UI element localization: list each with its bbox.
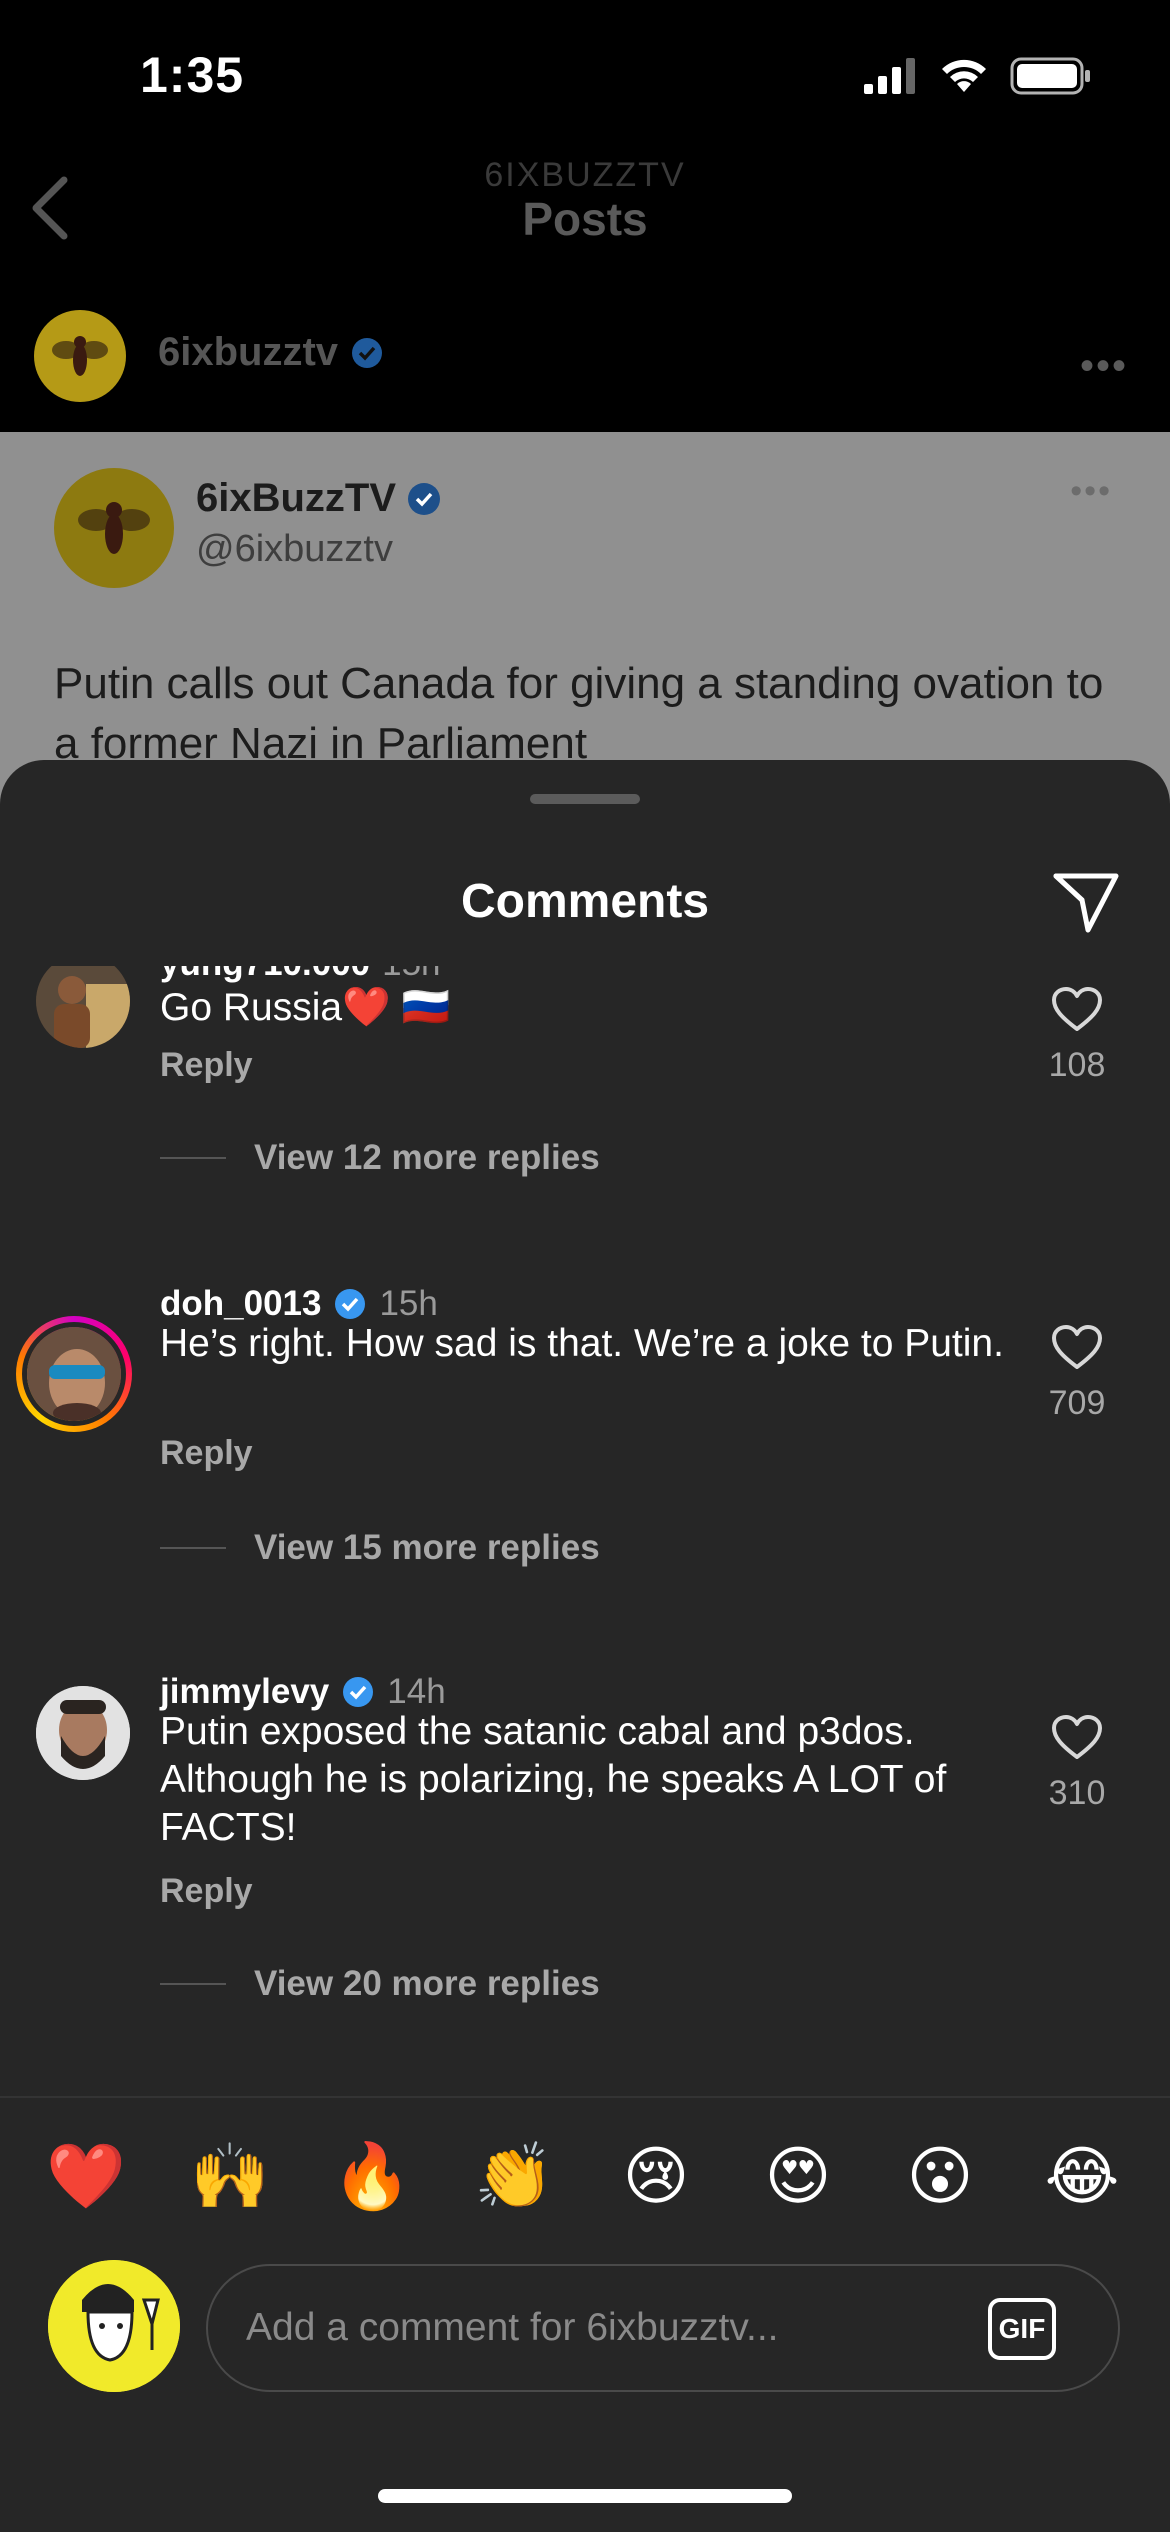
post-display-name: 6ixBuzzTV: [196, 476, 442, 521]
comment-text: Go Russia❤️ 🇷🇺: [160, 986, 451, 1029]
author-avatar[interactable]: [34, 310, 126, 402]
author-name[interactable]: 6ixbuzztv: [158, 330, 384, 375]
heart-icon[interactable]: [1051, 1324, 1103, 1370]
heart-icon[interactable]: [1051, 986, 1103, 1032]
gif-button[interactable]: GIF: [988, 2298, 1056, 2360]
comment-time: 15h: [382, 966, 440, 984]
sheet-grabber[interactable]: [530, 794, 640, 804]
post-display-name-text: 6ixBuzzTV: [196, 476, 397, 520]
heart-icon[interactable]: [1051, 1714, 1103, 1760]
view-more-replies[interactable]: View 12 more replies: [160, 1138, 600, 1178]
reaction-heart-eyes[interactable]: 😍: [758, 2136, 838, 2216]
nav-subtitle: 6IXBUZZTV: [484, 156, 686, 194]
reply-button[interactable]: Reply: [160, 1434, 253, 1473]
verified-badge-icon: [352, 337, 383, 368]
comment-username[interactable]: doh_0013: [160, 1284, 321, 1324]
post-text: Putin calls out Canada for giving a stan…: [54, 659, 1104, 768]
bee-logo-icon: [78, 502, 150, 554]
composer-divider: [0, 2096, 1170, 2098]
like-count: 709: [1048, 1384, 1106, 1422]
author-username: 6ixbuzztv: [158, 330, 339, 374]
view-replies-label: View 12 more replies: [254, 1138, 600, 1177]
status-bar: 1:35: [0, 0, 1170, 140]
view-replies-label: View 20 more replies: [254, 1964, 600, 2003]
replies-line: [160, 1983, 226, 1985]
current-user-avatar[interactable]: [48, 2260, 180, 2392]
comment-avatar[interactable]: [36, 1686, 130, 1780]
reply-button[interactable]: Reply: [160, 1046, 253, 1085]
reply-button[interactable]: Reply: [160, 1872, 253, 1911]
comment-avatar-story-ring[interactable]: [16, 1316, 132, 1432]
view-more-replies[interactable]: View 20 more replies: [160, 1964, 600, 2004]
like-control: 709: [1036, 1324, 1118, 1423]
comment-time: 14h: [387, 1672, 446, 1711]
sheet-title: Comments: [460, 875, 710, 928]
post-handle: @6ixbuzztv: [196, 528, 393, 570]
cellular-signal-icon: [864, 58, 915, 94]
user-photo-icon: [36, 1686, 130, 1780]
comment-text: Putin exposed the satanic cabal and p3do…: [160, 1710, 947, 1849]
comment-header: yung710.000 15h: [160, 966, 441, 984]
comment-username[interactable]: yung710.000: [160, 966, 370, 984]
comments-sheet: Comments yung710.000 15h Go Russia❤️ 🇷🇺: [0, 760, 1170, 2532]
reaction-heart[interactable]: ❤️: [46, 2136, 126, 2216]
reaction-laughing[interactable]: 😂: [1042, 2136, 1122, 2216]
battery-icon: [1010, 57, 1090, 95]
like-count: 310: [1048, 1774, 1106, 1812]
reaction-fire[interactable]: 🔥: [332, 2136, 412, 2216]
comment-header: doh_0013 15h: [160, 1284, 438, 1324]
comment-time: 15h: [379, 1284, 438, 1323]
comment-avatar: [22, 1322, 126, 1426]
reaction-surprised[interactable]: 😮: [900, 2136, 980, 2216]
reaction-raised-hands[interactable]: 🙌: [190, 2136, 270, 2216]
user-photo-icon: [27, 1327, 121, 1421]
wifi-icon: [942, 59, 986, 92]
status-time: 1:35: [140, 47, 245, 103]
comment-header: jimmylevy 14h: [160, 1672, 446, 1712]
comment-text: He’s right. How sad is that. We’re a jok…: [160, 1322, 1004, 1365]
verified-badge-icon: [343, 1677, 374, 1707]
comments-list: yung710.000 15h Go Russia❤️ 🇷🇺 Reply 108…: [0, 966, 1170, 2096]
reaction-clap[interactable]: 👏: [474, 2136, 554, 2216]
post-author-row: 6ixbuzztv •••: [0, 290, 1170, 430]
status-icons: [862, 56, 1092, 96]
verified-badge-icon: [335, 1289, 366, 1319]
comment-avatar[interactable]: [36, 966, 130, 1048]
replies-line: [160, 1547, 226, 1549]
view-more-replies[interactable]: View 15 more replies: [160, 1528, 600, 1568]
replies-line: [160, 1157, 226, 1159]
nav-title: Posts: [522, 193, 648, 245]
reaction-crying[interactable]: 😢: [616, 2136, 696, 2216]
like-count: 108: [1048, 1046, 1106, 1084]
user-photo-icon: [36, 966, 130, 1048]
like-control: 108: [1036, 986, 1118, 1085]
cartoon-avatar-icon: [48, 2260, 180, 2392]
comment-input[interactable]: [206, 2264, 1120, 2392]
nav-header: 6IXBUZZTV Posts: [0, 140, 1170, 280]
quick-reactions: ❤️ 🙌 🔥 👏 😢 😍 😮 😂: [0, 2108, 1170, 2228]
like-control: 310: [1036, 1714, 1118, 1813]
verified-badge-icon: [408, 482, 441, 515]
post-avatar[interactable]: [54, 468, 174, 588]
bee-logo-icon: [52, 336, 108, 376]
comment-composer: GIF: [0, 2258, 1170, 2398]
share-button[interactable]: [1050, 866, 1122, 938]
post-more-button[interactable]: •••: [1070, 472, 1112, 511]
paper-plane-icon: [1053, 873, 1119, 933]
comment-username[interactable]: jimmylevy: [160, 1672, 329, 1712]
view-replies-label: View 15 more replies: [254, 1528, 600, 1567]
home-indicator[interactable]: [378, 2489, 792, 2503]
more-options-button[interactable]: •••: [1080, 344, 1128, 389]
